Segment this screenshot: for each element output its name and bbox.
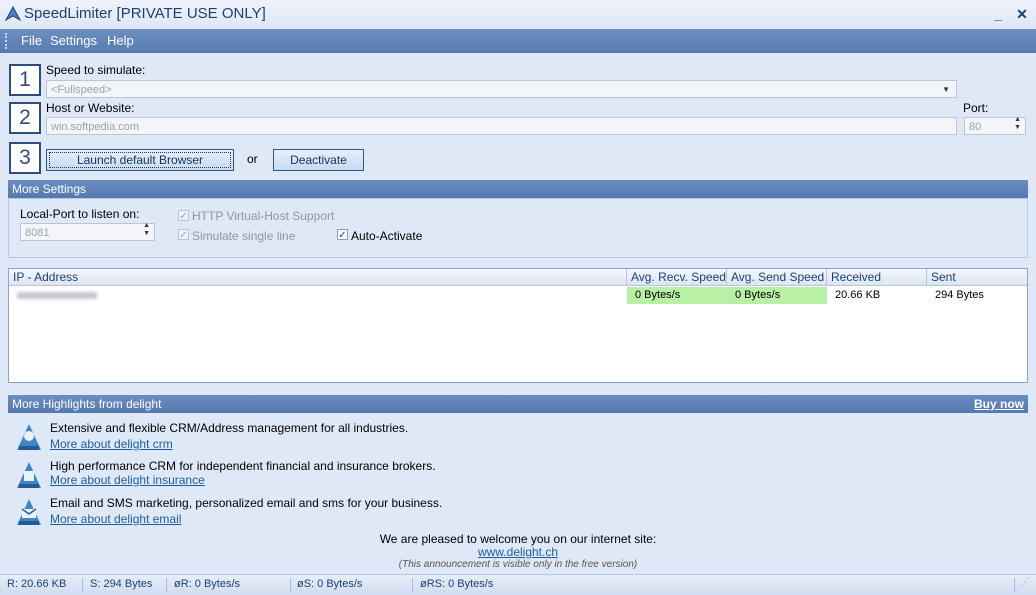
delight-insurance-icon (17, 462, 41, 488)
crm-text: Extensive and flexible CRM/Address manag… (50, 421, 409, 435)
highlights-header: More Highlights from delight Buy now (8, 395, 1028, 413)
announcement-note: (This announcement is visible only in th… (398, 559, 638, 570)
more-settings-panel (8, 198, 1028, 258)
crm-link[interactable]: More about delight crm (50, 437, 173, 451)
stepper-arrows-icon[interactable]: ▲ ▼ (143, 222, 150, 238)
delight-crm-icon (17, 424, 41, 450)
single-line-checkbox[interactable]: ✓ (178, 229, 189, 241)
http-vhost-checkbox[interactable]: ✓ (178, 210, 189, 222)
sent-cell: 294 Bytes (935, 289, 984, 301)
ip-redacted (17, 292, 97, 299)
send-speed-cell: 0 Bytes/s (727, 287, 827, 304)
more-settings-header: More Settings (8, 180, 1028, 198)
table-row[interactable]: 0 Bytes/s 0 Bytes/s 20.66 KB 294 Bytes (9, 287, 1027, 304)
status-separator (290, 578, 291, 592)
port-stepper[interactable]: 80 ▲ ▼ (964, 116, 1026, 135)
port-value: 80 (969, 121, 982, 133)
dropdown-arrow-icon[interactable]: ▼ (942, 81, 950, 99)
local-port-label: Local-Port to listen on: (20, 207, 140, 221)
connections-table[interactable]: IP - Address Avg. Recv. Speed Avg. Send … (8, 268, 1028, 383)
column-header-send-speed[interactable]: Avg. Send Speed (727, 269, 827, 286)
status-received: R: 20.66 KB (7, 578, 67, 590)
speed-label: Speed to simulate: (46, 63, 146, 77)
status-separator (82, 578, 83, 592)
single-line-label: Simulate single line (192, 229, 296, 243)
step-2-badge: 2 (9, 102, 41, 134)
status-bar: R: 20.66 KB S: 294 Bytes øR: 0 Bytes/s ø… (0, 574, 1036, 595)
step-3-badge: 3 (9, 142, 41, 174)
insurance-text: High performance CRM for independent fin… (50, 459, 436, 473)
step-1-badge: 1 (9, 64, 41, 96)
email-link[interactable]: More about delight email (50, 512, 181, 526)
menu-settings[interactable]: Settings (50, 33, 97, 48)
or-label: or (247, 152, 258, 166)
menu-file[interactable]: File (21, 33, 42, 48)
status-avg-rs: øRS: 0 Bytes/s (420, 578, 494, 590)
status-separator (166, 578, 167, 592)
received-cell: 20.66 KB (835, 289, 881, 301)
status-sent: S: 294 Bytes (90, 578, 153, 590)
ip-cell (9, 287, 627, 304)
speed-select[interactable]: <Fullspeed> ▼ (46, 80, 957, 98)
delight-email-icon (17, 499, 41, 525)
email-text: Email and SMS marketing, personalized em… (50, 496, 443, 510)
column-header-sent[interactable]: Sent (927, 269, 1027, 286)
insurance-link[interactable]: More about delight insurance (50, 473, 205, 487)
port-label: Port: (963, 101, 989, 115)
stepper-arrows-icon[interactable]: ▲ ▼ (1014, 116, 1021, 132)
column-header-recv-speed[interactable]: Avg. Recv. Speed (627, 269, 727, 286)
minimize-button[interactable]: _ (988, 4, 1008, 24)
auto-activate-label: Auto-Activate (351, 229, 423, 243)
window-title: SpeedLimiter [PRIVATE USE ONLY] (24, 5, 266, 22)
launch-browser-button[interactable]: Launch default Browser (46, 149, 234, 171)
speed-select-value: <Fullspeed> (51, 84, 112, 96)
host-input[interactable]: win.softpedia.com (46, 117, 957, 135)
local-port-stepper[interactable]: 8081 ▲ ▼ (20, 222, 155, 241)
app-icon (5, 6, 21, 22)
buy-now-link[interactable]: Buy now (974, 395, 1024, 413)
local-port-value: 8081 (25, 227, 50, 239)
auto-activate-checkbox[interactable]: ✓ (337, 229, 348, 241)
site-link[interactable]: www.delight.ch (478, 545, 558, 559)
status-separator (1014, 578, 1015, 592)
title-bar: SpeedLimiter [PRIVATE USE ONLY] _ ✕ (0, 0, 1036, 30)
deactivate-button[interactable]: Deactivate (273, 149, 364, 171)
column-header-received[interactable]: Received (827, 269, 927, 286)
http-vhost-label: HTTP Virtual-Host Support (192, 209, 335, 223)
status-avg-recv: øR: 0 Bytes/s (174, 578, 241, 590)
close-button[interactable]: ✕ (1012, 4, 1032, 24)
welcome-text: We are pleased to welcome you on our int… (379, 532, 657, 546)
column-header-ip[interactable]: IP - Address (9, 269, 627, 286)
host-label: Host or Website: (46, 101, 135, 115)
menu-grip-icon (5, 33, 9, 49)
menu-bar: File Settings Help (0, 29, 1036, 53)
status-avg-send: øS: 0 Bytes/s (297, 578, 363, 590)
resize-grip-icon[interactable]: ⋰ (1020, 577, 1030, 588)
recv-speed-cell: 0 Bytes/s (627, 287, 727, 304)
site-link-wrapper: www.delight.ch (0, 545, 1036, 559)
highlights-title: More Highlights from delight (12, 397, 162, 411)
menu-help[interactable]: Help (107, 33, 134, 48)
status-separator (412, 578, 413, 592)
